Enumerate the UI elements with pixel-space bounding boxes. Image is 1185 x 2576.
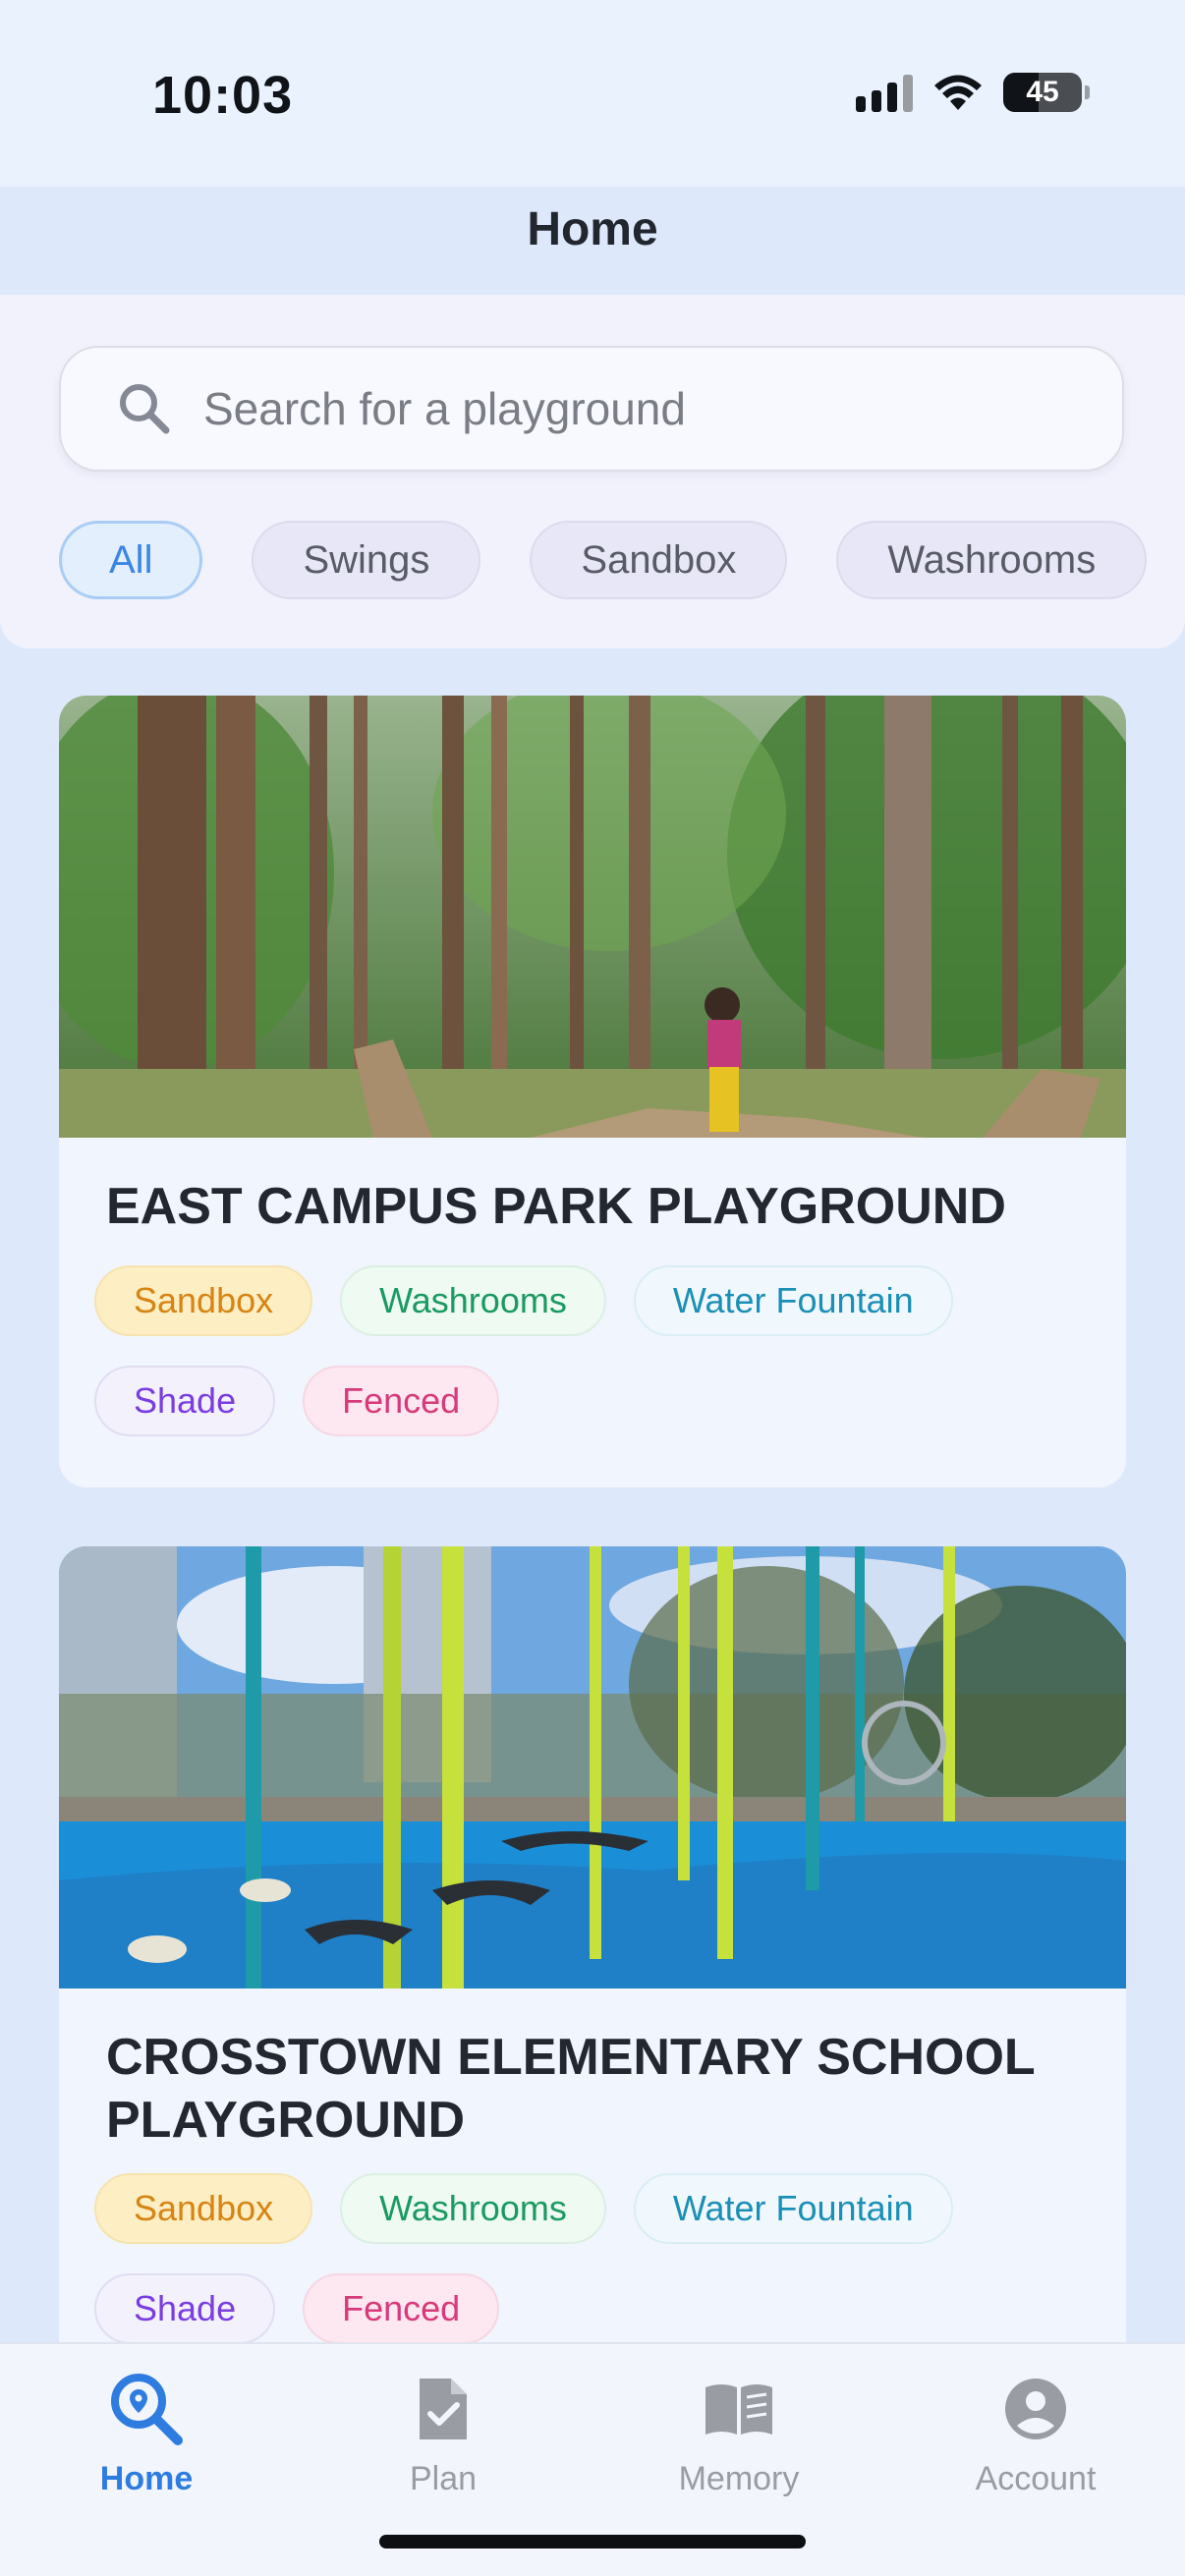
checklist-icon xyxy=(420,2379,467,2439)
tag-sandbox: Sandbox xyxy=(94,2173,313,2244)
filter-chip-sandbox[interactable]: Sandbox xyxy=(530,521,788,599)
status-icons: 45 xyxy=(856,73,1090,112)
tab-home[interactable]: Home xyxy=(48,2370,245,2498)
home-indicator xyxy=(379,2535,806,2548)
playground-card[interactable]: EAST CAMPUS PARK PLAYGROUND Sandbox Wash… xyxy=(59,696,1126,1487)
playground-photo xyxy=(59,1546,1126,1988)
status-bar: 10:03 45 xyxy=(0,0,1185,187)
status-time: 10:03 xyxy=(152,66,294,125)
search-input[interactable] xyxy=(203,382,1068,435)
tab-memory[interactable]: Memory xyxy=(641,2370,837,2498)
amenity-tags: Sandbox Washrooms Water Fountain Shade F… xyxy=(59,2173,1126,2344)
tab-plan[interactable]: Plan xyxy=(345,2370,541,2498)
tab-plan-label: Plan xyxy=(409,2460,478,2497)
tab-memory-label: Memory xyxy=(678,2460,800,2497)
playground-card[interactable]: CROSSTOWN ELEMENTARY SCHOOL PLAYGROUND S… xyxy=(59,1546,1126,2391)
book-icon xyxy=(705,2384,772,2435)
tag-fenced: Fenced xyxy=(303,1366,500,1436)
tag-water-fountain: Water Fountain xyxy=(633,1265,953,1336)
wifi-icon xyxy=(934,75,982,110)
search-icon xyxy=(120,384,170,434)
filter-chip-washrooms[interactable]: Washrooms xyxy=(836,521,1148,599)
tag-washrooms: Washrooms xyxy=(340,2173,606,2244)
page-title: Home xyxy=(527,203,658,255)
tag-fenced: Fenced xyxy=(303,2273,500,2344)
battery-icon: 45 xyxy=(1003,73,1090,112)
tab-home-label: Home xyxy=(99,2460,194,2497)
tag-shade: Shade xyxy=(94,2273,276,2344)
tab-account[interactable]: Account xyxy=(937,2370,1134,2498)
tag-sandbox: Sandbox xyxy=(94,1265,313,1336)
playground-photo xyxy=(59,696,1126,1138)
search-bar[interactable] xyxy=(59,346,1124,472)
tab-account-label: Account xyxy=(975,2460,1097,2497)
search-panel: All Swings Sandbox Washrooms xyxy=(0,295,1185,648)
battery-level: 45 xyxy=(1026,76,1059,108)
filter-chips: All Swings Sandbox Washrooms xyxy=(59,521,1148,599)
amenity-tags: Sandbox Washrooms Water Fountain Shade F… xyxy=(59,1265,1126,1436)
cellular-signal-icon xyxy=(856,73,913,112)
filter-chip-swings[interactable]: Swings xyxy=(252,521,481,599)
map-search-icon xyxy=(111,2374,183,2445)
tag-shade: Shade xyxy=(94,1366,276,1436)
playground-name: EAST CAMPUS PARK PLAYGROUND xyxy=(106,1178,1006,1235)
filter-chip-all[interactable]: All xyxy=(59,521,203,599)
account-icon xyxy=(1005,2379,1066,2439)
playground-name: CROSSTOWN ELEMENTARY SCHOOL PLAYGROUND xyxy=(106,2029,1035,2149)
tag-washrooms: Washrooms xyxy=(340,1265,606,1336)
tag-water-fountain: Water Fountain xyxy=(633,2173,953,2244)
